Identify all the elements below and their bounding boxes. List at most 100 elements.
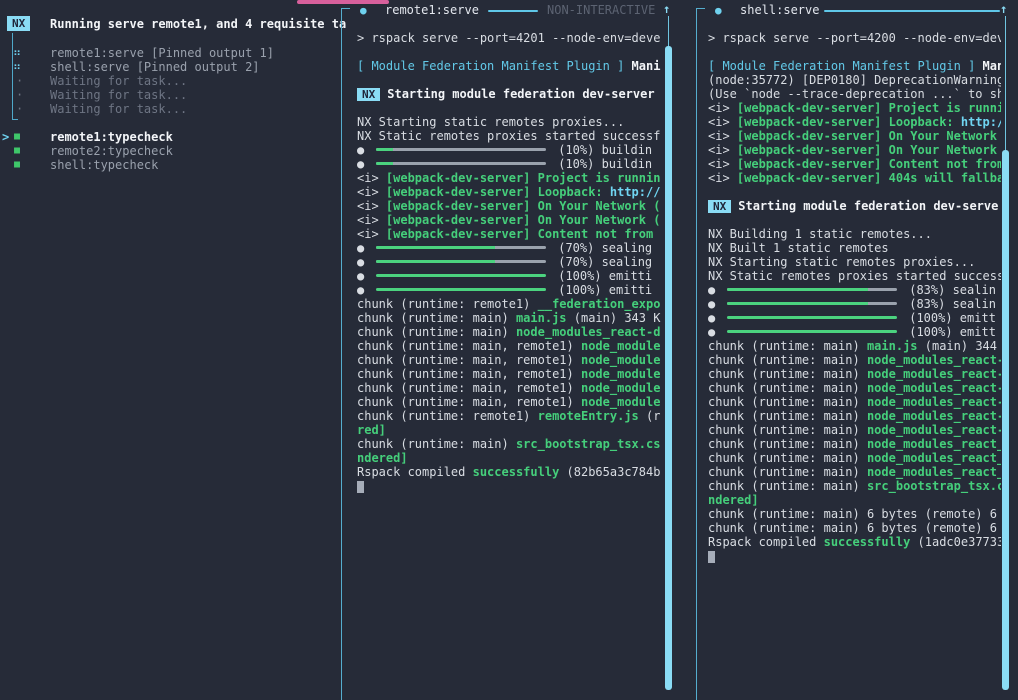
terminal-line: ● (70%) sealing: [357, 241, 661, 255]
progress-label: (100%) emitti: [558, 269, 652, 283]
terminal-line: [357, 73, 661, 87]
progress-bullet-icon: ●: [357, 157, 364, 171]
progress-bar: [376, 246, 546, 249]
terminal-line: [357, 101, 661, 115]
progress-bullet-icon: ●: [357, 283, 364, 297]
progress-bar: [727, 330, 897, 333]
terminal-cursor: [708, 551, 715, 563]
scroll-up-arrow[interactable]: ↑: [663, 2, 670, 16]
terminal-line: ndered]: [708, 493, 1001, 507]
terminal-line: [ Module Federation Manifest Plugin ] Ma…: [357, 59, 661, 73]
pane-border: [341, 8, 342, 700]
terminal-line: ●(100%) emitt: [708, 325, 1001, 339]
terminal-line: [708, 213, 1001, 227]
terminal-line: NX Starting static remotes proxies...: [357, 115, 661, 129]
terminal-line: ●(83%) sealin: [708, 283, 1001, 297]
task-label: remote1:typecheck: [50, 130, 173, 144]
terminal-line: NX Starting static remotes proxies...: [708, 255, 1001, 269]
pane-title: remote1:serve: [385, 3, 479, 18]
terminal-line: chunk (runtime: main) node_modules_react…: [708, 367, 1001, 381]
terminal-line: ●(70%) sealing: [357, 255, 661, 269]
terminal-line: chunk (runtime: main) node_modules_react…: [357, 325, 661, 339]
nx-badge: NX: [357, 88, 380, 101]
terminal-line: ●(10%) buildin: [357, 143, 661, 157]
terminal-line: <i> [webpack-dev-server] On Your Network…: [357, 213, 661, 227]
task-label: remote1:serve [Pinned output 1]: [50, 46, 274, 60]
title-dash: [824, 10, 1000, 12]
terminal-line: ● (10%) buildin: [357, 157, 661, 171]
terminal-line: chunk (runtime: main) main.js (main) 344: [708, 339, 1001, 353]
scroll-up-arrow[interactable]: ↑: [1000, 2, 1007, 16]
pending-dot-icon: ·: [16, 88, 23, 102]
nx-tui-screen: NX Running serve remote1, and 4 requisit…: [0, 0, 1018, 700]
progress-label: (100%) emitti: [558, 283, 652, 297]
task-row-remote2-typecheck[interactable]: ■ remote2:typecheck: [0, 144, 341, 158]
terminal-line: chunk (runtime: main, remote1) node_modu…: [357, 367, 661, 381]
terminal-line: chunk (runtime: main) node_modules_react…: [708, 409, 1001, 423]
pane-border-corner: [341, 8, 350, 9]
terminal-line: chunk (runtime: main) src_bootstrap_tsx.…: [708, 479, 1001, 493]
terminal-line: NX Static remotes proxies started succes…: [708, 269, 1001, 283]
pane-shell-serve: ● shell:serve ↑ > rspack serve --port=42…: [696, 0, 1018, 700]
progress-bullet-icon: ●: [357, 255, 364, 269]
task-list-panel: NX Running serve remote1, and 4 requisit…: [0, 0, 341, 700]
terminal-line: NX Built 1 static remotes: [708, 241, 1001, 255]
progress-bar: [727, 316, 897, 319]
terminal-line: NX Static remotes proxies started succes…: [357, 129, 661, 143]
terminal-line: <i> [webpack-dev-server] Content not fro…: [708, 157, 1001, 171]
task-row-remote1-serve[interactable]: ⠶ remote1:serve [Pinned output 1]: [0, 46, 341, 60]
success-square-icon: ■: [14, 158, 20, 172]
terminal-line: [357, 479, 661, 493]
pane-border-corner: [696, 8, 705, 9]
task-row-waiting[interactable]: · Waiting for task...: [0, 102, 341, 116]
progress-bullet-icon: ●: [357, 241, 364, 255]
terminal-line: Rspack compiled successfully (82b65a3c78…: [357, 465, 661, 479]
selection-pointer-icon: >: [2, 130, 9, 144]
terminal-line: [ Module Federation Manifest Plugin ] Ma…: [708, 59, 1001, 73]
terminal-cursor: [357, 481, 364, 493]
progress-label: (100%) emitt: [909, 311, 996, 325]
progress-label: (83%) sealin: [909, 297, 996, 311]
terminal-line: <i> [webpack-dev-server] 404s will fallb…: [708, 171, 1001, 185]
terminal-line: chunk (runtime: main) node_modules_react…: [708, 423, 1001, 437]
nx-logo-badge: NX: [7, 16, 30, 31]
terminal-line: (node:35772) [DEP0180] DeprecationWarnin…: [708, 73, 1001, 87]
status-dot-icon: ●: [715, 4, 722, 18]
terminal-line: <i> [webpack-dev-server] Loopback: http:…: [708, 115, 1001, 129]
terminal-output-remote1-serve: > rspack serve --port=4201 --node-env=de…: [357, 31, 661, 696]
terminal-line: Rspack compiled successfully (1adc0e3773…: [708, 535, 1001, 549]
progress-bullet-icon: ●: [708, 297, 715, 311]
progress-bar: [727, 288, 897, 291]
progress-bar: [376, 274, 546, 277]
progress-label: (10%) buildin: [558, 157, 652, 171]
nx-badge: NX: [708, 200, 731, 213]
terminal-line: <i> [webpack-dev-server] On Your Network: [708, 143, 1001, 157]
non-interactive-label: NON-INTERACTIVE: [547, 3, 655, 18]
task-label: Waiting for task...: [50, 102, 187, 116]
terminal-line: red]: [357, 423, 661, 437]
progress-bar: [727, 302, 897, 305]
terminal-line: chunk (runtime: main, remote1) node_modu…: [357, 381, 661, 395]
terminal-line: chunk (runtime: main) node_modules_react…: [708, 353, 1001, 367]
progress-bar: [376, 148, 546, 151]
scrollbar-track[interactable]: [668, 16, 669, 46]
task-row-remote1-typecheck[interactable]: > ■ remote1:typecheck: [0, 130, 341, 144]
pending-dot-icon: ·: [16, 74, 23, 88]
terminal-line: <i> [webpack-dev-server] Project is runn…: [708, 101, 1001, 115]
scrollbar-thumb[interactable]: [665, 46, 672, 690]
task-row-waiting[interactable]: · Waiting for task...: [0, 74, 341, 88]
terminal-line: ● (100%) emitti: [357, 269, 661, 283]
progress-bullet-icon: ●: [357, 269, 364, 283]
scrollbar-thumb[interactable]: [1002, 150, 1009, 690]
terminal-line: chunk (runtime: main, remote1) node_modu…: [357, 395, 661, 409]
task-row-shell-serve[interactable]: ⠶ shell:serve [Pinned output 2]: [0, 60, 341, 74]
pane-border: [696, 8, 697, 700]
terminal-line: ndered]: [357, 451, 661, 465]
progress-label: (10%) buildin: [558, 143, 652, 157]
task-row-waiting[interactable]: · Waiting for task...: [0, 88, 341, 102]
pending-dot-icon: ·: [16, 102, 23, 116]
scrollbar-track[interactable]: [1005, 16, 1006, 150]
progress-label: (70%) sealing: [558, 241, 652, 255]
task-row-shell-typecheck[interactable]: ■ shell:typecheck: [0, 158, 341, 172]
success-square-icon: ■: [14, 130, 20, 144]
